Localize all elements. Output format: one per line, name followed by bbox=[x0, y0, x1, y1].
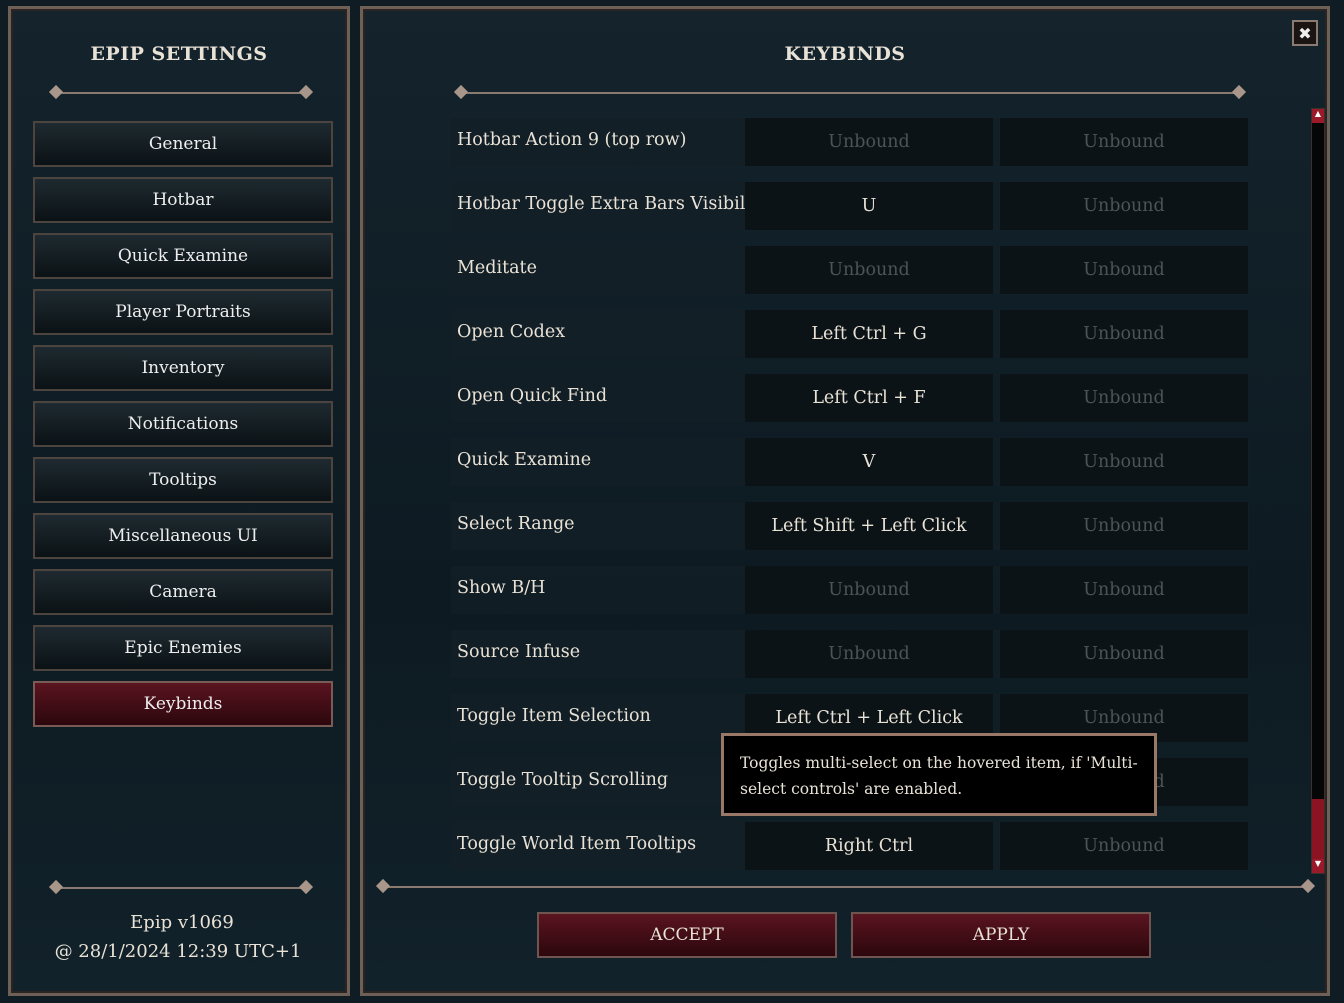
sidebar-item-inventory[interactable]: Inventory bbox=[33, 345, 333, 391]
sidebar-item-keybinds[interactable]: Keybinds bbox=[33, 681, 333, 727]
keybind-label: Show B/H bbox=[457, 578, 546, 598]
keybind-row: Hotbar Action 9 (top row) Unbound Unboun… bbox=[451, 118, 1249, 166]
divider bbox=[383, 886, 1308, 888]
sidebar-item-camera[interactable]: Camera bbox=[33, 569, 333, 615]
divider bbox=[56, 92, 306, 94]
keybind-row: Source Infuse Unbound Unbound bbox=[451, 630, 1249, 678]
close-icon: ✖ bbox=[1298, 23, 1312, 43]
sidebar-item-miscellaneous-ui[interactable]: Miscellaneous UI bbox=[33, 513, 333, 559]
accept-button[interactable]: ACCEPT bbox=[537, 912, 837, 958]
scrollbar[interactable]: ▲ ▼ bbox=[1311, 108, 1325, 874]
keybind-label: Open Codex bbox=[457, 322, 566, 342]
keybind-row: Open Codex Left Ctrl + G Unbound bbox=[451, 310, 1249, 358]
keybind-label: Toggle Item Selection bbox=[457, 706, 651, 726]
scroll-down-icon[interactable]: ▼ bbox=[1312, 859, 1324, 873]
primary-binding-button[interactable]: U bbox=[745, 182, 993, 230]
keybind-label: Select Range bbox=[457, 514, 575, 534]
primary-binding-button[interactable]: Unbound bbox=[745, 118, 993, 166]
keybind-label: Meditate bbox=[457, 258, 537, 278]
keybind-label: Hotbar Action 9 (top row) bbox=[457, 130, 687, 150]
secondary-binding-button[interactable]: Unbound bbox=[1000, 246, 1248, 294]
keybind-row: Meditate Unbound Unbound bbox=[451, 246, 1249, 294]
divider bbox=[461, 92, 1239, 94]
sidebar-item-player-portraits[interactable]: Player Portraits bbox=[33, 289, 333, 335]
keybind-label: Source Infuse bbox=[457, 642, 581, 662]
keybind-label: Toggle World Item Tooltips bbox=[457, 834, 697, 854]
secondary-binding-button[interactable]: Unbound bbox=[1000, 822, 1248, 870]
primary-binding-button[interactable]: Unbound bbox=[745, 630, 993, 678]
settings-sidebar: EPIP SETTINGS General Hotbar Quick Examine… bbox=[8, 6, 350, 996]
keybind-label: Open Quick Find bbox=[457, 386, 608, 406]
keybind-row: Show B/H Unbound Unbound bbox=[451, 566, 1249, 614]
secondary-binding-button[interactable]: Unbound bbox=[1000, 502, 1248, 550]
primary-binding-button[interactable]: Unbound bbox=[745, 246, 993, 294]
sidebar-item-tooltips[interactable]: Tooltips bbox=[33, 457, 333, 503]
sidebar-item-quick-examine[interactable]: Quick Examine bbox=[33, 233, 333, 279]
tooltip: Toggles multi-select on the hovered item… bbox=[721, 733, 1157, 816]
primary-binding-button[interactable]: V bbox=[745, 438, 993, 486]
keybind-row: Select Range Left Shift + Left Click Unb… bbox=[451, 502, 1249, 550]
sidebar-item-hotbar[interactable]: Hotbar bbox=[33, 177, 333, 223]
sidebar-item-general[interactable]: General bbox=[33, 121, 333, 167]
keybind-row: Toggle World Item Tooltips Right Ctrl Un… bbox=[451, 822, 1249, 870]
secondary-binding-button[interactable]: Unbound bbox=[1000, 630, 1248, 678]
primary-binding-button[interactable]: Unbound bbox=[745, 566, 993, 614]
keybind-row: Quick Examine V Unbound bbox=[451, 438, 1249, 486]
close-button[interactable]: ✖ bbox=[1292, 20, 1318, 46]
primary-binding-button[interactable]: Right Ctrl bbox=[745, 822, 993, 870]
primary-binding-button[interactable]: Left Shift + Left Click bbox=[745, 502, 993, 550]
keybind-row: Open Quick Find Left Ctrl + F Unbound bbox=[451, 374, 1249, 422]
version-label: Epip v1069 bbox=[130, 912, 234, 933]
scroll-up-icon[interactable]: ▲ bbox=[1312, 109, 1324, 123]
secondary-binding-button[interactable]: Unbound bbox=[1000, 566, 1248, 614]
primary-binding-button[interactable]: Left Ctrl + F bbox=[745, 374, 993, 422]
secondary-binding-button[interactable]: Unbound bbox=[1000, 438, 1248, 486]
keybind-label: Quick Examine bbox=[457, 450, 592, 470]
secondary-binding-button[interactable]: Unbound bbox=[1000, 118, 1248, 166]
sidebar-title: EPIP SETTINGS bbox=[90, 43, 268, 65]
secondary-binding-button[interactable]: Unbound bbox=[1000, 182, 1248, 230]
keybind-label: Toggle Tooltip Scrolling bbox=[457, 770, 669, 790]
build-date-label: @ 28/1/2024 12:39 UTC+1 bbox=[54, 941, 302, 962]
secondary-binding-button[interactable]: Unbound bbox=[1000, 310, 1248, 358]
keybinds-panel: KEYBINDS Hotbar Action 9 (top row) Unbou… bbox=[360, 6, 1330, 996]
page-title: KEYBINDS bbox=[784, 43, 906, 65]
sidebar-item-epic-enemies[interactable]: Epic Enemies bbox=[33, 625, 333, 671]
divider bbox=[56, 887, 306, 889]
keybind-row: Hotbar Toggle Extra Bars Visibility U Un… bbox=[451, 182, 1249, 230]
secondary-binding-button[interactable]: Unbound bbox=[1000, 374, 1248, 422]
keybind-label: Hotbar Toggle Extra Bars Visibility bbox=[457, 194, 768, 214]
sidebar-item-notifications[interactable]: Notifications bbox=[33, 401, 333, 447]
apply-button[interactable]: APPLY bbox=[851, 912, 1151, 958]
primary-binding-button[interactable]: Left Ctrl + G bbox=[745, 310, 993, 358]
scrollbar-thumb[interactable] bbox=[1312, 799, 1324, 859]
